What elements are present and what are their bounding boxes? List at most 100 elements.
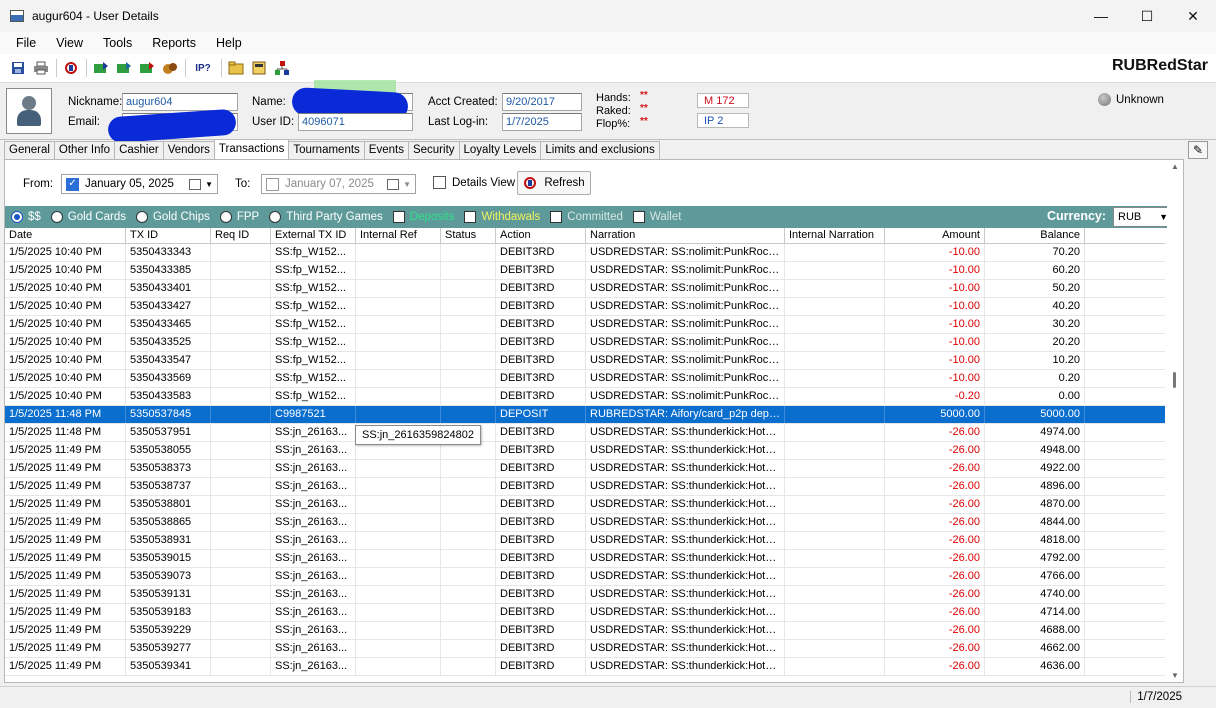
- minimize-button[interactable]: —: [1078, 0, 1124, 32]
- table-row[interactable]: 1/5/2025 10:40 PM 5350433569 SS:fp_W152...…: [5, 370, 1165, 388]
- table-row[interactable]: 1/5/2025 11:49 PM 5350538737 SS:jn_26163..…: [5, 478, 1165, 496]
- nickname-field[interactable]: augur604: [122, 93, 238, 111]
- radio-gold-chips[interactable]: Gold Chips: [135, 211, 210, 223]
- tab-loyalty-levels[interactable]: Loyalty Levels: [458, 141, 542, 159]
- table-row[interactable]: 1/5/2025 11:49 PM 5350539229 SS:jn_26163..…: [5, 622, 1165, 640]
- col-internal-narration[interactable]: Internal Narration: [785, 228, 885, 243]
- tab-general[interactable]: General: [4, 141, 55, 159]
- col-balance[interactable]: Balance: [985, 228, 1085, 243]
- table-row[interactable]: 1/5/2025 10:40 PM 5350433465 SS:fp_W152...…: [5, 316, 1165, 334]
- col-amount[interactable]: Amount: [885, 228, 985, 243]
- table-row[interactable]: 1/5/2025 11:49 PM 5350538801 SS:jn_26163..…: [5, 496, 1165, 514]
- userid-field[interactable]: 4096071: [298, 113, 413, 131]
- table-row[interactable]: 1/5/2025 11:49 PM 5350538865 SS:jn_26163..…: [5, 514, 1165, 532]
- money-out-icon[interactable]: [139, 60, 155, 76]
- network-icon[interactable]: [274, 60, 290, 76]
- tab-other-info[interactable]: Other Info: [53, 141, 116, 159]
- tab-cashier[interactable]: Cashier: [114, 141, 164, 159]
- table-row[interactable]: 1/5/2025 11:49 PM 5350538373 SS:jn_26163..…: [5, 460, 1165, 478]
- to-date-checkbox[interactable]: [266, 177, 279, 191]
- table-row[interactable]: 1/5/2025 11:49 PM 5350539131 SS:jn_26163..…: [5, 586, 1165, 604]
- cell-req-id: [211, 568, 271, 585]
- table-row[interactable]: 1/5/2025 10:40 PM 5350433547 SS:fp_W152...…: [5, 352, 1165, 370]
- calculator-icon[interactable]: [251, 60, 267, 76]
- menu-tools[interactable]: Tools: [93, 36, 142, 50]
- acct-created-field[interactable]: 9/20/2017: [502, 93, 582, 111]
- table-row[interactable]: 1/5/2025 11:49 PM 5350539183 SS:jn_26163..…: [5, 604, 1165, 622]
- col-req-id[interactable]: Req ID: [211, 228, 271, 243]
- details-view-toggle[interactable]: Details View: [429, 176, 515, 189]
- check-withdrawals[interactable]: Withdawals: [464, 211, 540, 223]
- table-row[interactable]: 1/5/2025 11:49 PM 5350539073 SS:jn_26163..…: [5, 568, 1165, 586]
- radio-fpp[interactable]: FPP: [219, 211, 259, 223]
- tab-vendors[interactable]: Vendors: [162, 141, 215, 159]
- from-date-checkbox[interactable]: ✓: [66, 177, 79, 191]
- money-transfer-icon[interactable]: [116, 60, 132, 76]
- money-in-icon[interactable]: [93, 60, 109, 76]
- tab-security[interactable]: Security: [407, 141, 460, 159]
- radio-gold-cards[interactable]: Gold Cards: [50, 211, 126, 223]
- maximize-button[interactable]: ☐: [1124, 0, 1170, 32]
- table-row[interactable]: 1/5/2025 11:49 PM 5350538931 SS:jn_26163..…: [5, 532, 1165, 550]
- cell-internal-ref: [356, 496, 441, 513]
- table-row[interactable]: 1/5/2025 11:49 PM 5350539341 SS:jn_26163..…: [5, 658, 1165, 676]
- table-row[interactable]: 1/5/2025 11:49 PM 5350538055 SS:jn_26163..…: [5, 442, 1165, 460]
- currency-select[interactable]: RUB ▼: [1113, 207, 1173, 227]
- tab-tournaments[interactable]: Tournaments: [288, 141, 365, 159]
- check-deposits[interactable]: Deposits: [392, 211, 454, 223]
- table-row[interactable]: 1/5/2025 10:40 PM 5350433583 SS:fp_W152...…: [5, 388, 1165, 406]
- cell-date: 1/5/2025 11:49 PM: [5, 604, 126, 621]
- table-row[interactable]: 1/5/2025 11:49 PM 5350539015 SS:jn_26163..…: [5, 550, 1165, 568]
- table-row[interactable]: 1/5/2025 10:40 PM 5350433385 SS:fp_W152...…: [5, 262, 1165, 280]
- cell-filler: [1085, 496, 1165, 513]
- cell-filler: [1085, 514, 1165, 531]
- details-view-checkbox[interactable]: [433, 176, 446, 189]
- table-row[interactable]: 1/5/2025 10:40 PM 5350433427 SS:fp_W152...…: [5, 298, 1165, 316]
- last-login-field[interactable]: 1/7/2025: [502, 113, 582, 131]
- col-tx-id[interactable]: TX ID: [126, 228, 211, 243]
- pin-icon[interactable]: ✎: [1188, 141, 1208, 159]
- col-external-tx-id[interactable]: External TX ID: [271, 228, 356, 243]
- chips-icon[interactable]: [162, 60, 178, 76]
- menu-reports[interactable]: Reports: [142, 36, 206, 50]
- radio-usd[interactable]: $$: [11, 211, 41, 223]
- tab-limits-exclusions[interactable]: Limits and exclusions: [540, 141, 660, 159]
- check-wallet[interactable]: Wallet: [632, 211, 681, 223]
- folder-icon[interactable]: [228, 60, 244, 76]
- tab-events[interactable]: Events: [363, 141, 409, 159]
- scroll-down-icon[interactable]: ▼: [1171, 671, 1179, 680]
- vertical-scrollbar[interactable]: ▲ ▼: [1167, 160, 1183, 682]
- cell-action: DEBIT3RD: [496, 352, 586, 369]
- menu-view[interactable]: View: [46, 36, 93, 50]
- col-status[interactable]: Status: [441, 228, 496, 243]
- print-icon[interactable]: [33, 60, 49, 76]
- table-row[interactable]: 1/5/2025 11:48 PM 5350537845 C9987521 DEPOS…: [5, 406, 1165, 424]
- col-action[interactable]: Action: [496, 228, 586, 243]
- check-committed[interactable]: Committed: [550, 211, 623, 223]
- scroll-thumb[interactable]: [1173, 372, 1176, 388]
- col-date[interactable]: Date: [5, 228, 126, 243]
- refresh-button[interactable]: Refresh: [517, 171, 591, 195]
- save-icon[interactable]: [10, 60, 26, 76]
- table-row[interactable]: 1/5/2025 11:48 PM 5350537951 SS:jn_26163..…: [5, 424, 1165, 442]
- reload-user-icon[interactable]: [63, 60, 79, 76]
- tab-transactions[interactable]: Transactions: [213, 139, 290, 159]
- menu-help[interactable]: Help: [206, 36, 252, 50]
- close-button[interactable]: ✕: [1170, 0, 1216, 32]
- table-row[interactable]: 1/5/2025 10:40 PM 5350433525 SS:fp_W152...…: [5, 334, 1165, 352]
- radio-third-party-games[interactable]: Third Party Games: [269, 211, 383, 223]
- scroll-up-icon[interactable]: ▲: [1171, 162, 1179, 171]
- table-row[interactable]: 1/5/2025 11:49 PM 5350539277 SS:jn_26163..…: [5, 640, 1165, 658]
- cell-status: [441, 604, 496, 621]
- cell-req-id: [211, 424, 271, 441]
- calendar-icon: [387, 178, 400, 190]
- col-narration[interactable]: Narration: [586, 228, 785, 243]
- to-date-picker[interactable]: January 07, 2025 ▼: [261, 174, 416, 194]
- ip-lookup-icon[interactable]: IP?: [192, 60, 214, 76]
- table-row[interactable]: 1/5/2025 10:40 PM 5350433343 SS:fp_W152...…: [5, 244, 1165, 262]
- col-internal-ref[interactable]: Internal Ref: [356, 228, 441, 243]
- menu-file[interactable]: File: [6, 36, 46, 50]
- from-date-picker[interactable]: ✓ January 05, 2025 ▼: [61, 174, 218, 194]
- cell-narration: USDREDSTAR: SS:nolimit:PunkRocker...: [586, 370, 785, 387]
- table-row[interactable]: 1/5/2025 10:40 PM 5350433401 SS:fp_W152...…: [5, 280, 1165, 298]
